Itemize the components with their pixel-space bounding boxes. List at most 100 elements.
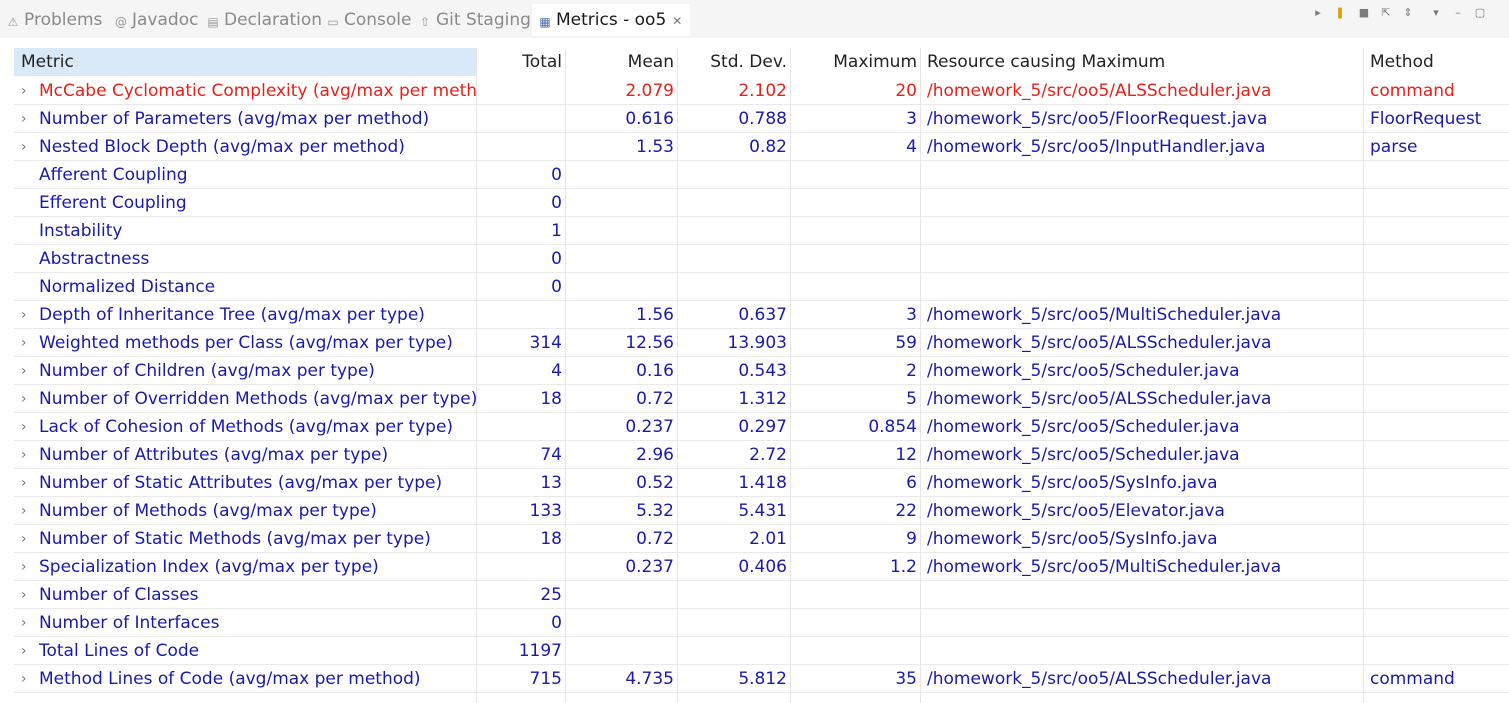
max-cell: 20: [895, 81, 917, 101]
method-cell: [1363, 525, 1509, 553]
method-cell: [1363, 273, 1509, 301]
tab-problems[interactable]: ⚠ Problems: [6, 6, 103, 34]
resource-cell: /homework_5/src/oo5/Scheduler.java: [927, 361, 1240, 381]
maximum-column-header[interactable]: Maximum: [790, 48, 917, 76]
max-cell: 6: [906, 473, 917, 493]
table-row[interactable]: Normalized Distance 0: [14, 273, 1509, 301]
table-row[interactable]: › Number of Children (avg/max per type) 4 0…: [14, 357, 1509, 385]
total-cell: 74: [540, 445, 562, 465]
maximize-icon[interactable]: ▢: [1473, 6, 1487, 20]
method-cell: [1363, 301, 1509, 329]
resource-cell: [920, 609, 1363, 637]
method-cell: [1363, 581, 1509, 609]
table-row[interactable]: › Number of Static Methods (avg/max per t…: [14, 525, 1509, 553]
total-cell: 0: [551, 249, 562, 269]
total-cell: [476, 413, 562, 441]
max-cell: 4: [906, 137, 917, 157]
metric-cell: Number of Overridden Methods (avg/max pe…: [39, 389, 476, 409]
method-column-header[interactable]: Method: [1363, 48, 1509, 76]
total-cell: 18: [540, 389, 562, 409]
std-cell: 0.406: [738, 557, 787, 577]
mean-cell: [565, 637, 674, 665]
max-cell: [790, 609, 917, 637]
declaration-icon: ▤: [207, 15, 219, 29]
mean-cell: 1.56: [636, 305, 674, 325]
resource-cell: /homework_5/src/oo5/ALSScheduler.java: [927, 389, 1272, 409]
metric-cell: Normalized Distance: [39, 277, 216, 297]
metric-cell: Depth of Inheritance Tree (avg/max per t…: [39, 305, 425, 325]
table-row[interactable]: › Depth of Inheritance Tree (avg/max per …: [14, 301, 1509, 329]
tab-metrics-oo5[interactable]: ▦ Metrics - oo5 ✕: [532, 4, 691, 36]
method-cell: [1363, 413, 1509, 441]
mean-cell: [565, 609, 674, 637]
metric-cell: Number of Children (avg/max per type): [39, 361, 375, 381]
table-row[interactable]: › Number of Attributes (avg/max per type)…: [14, 441, 1509, 469]
metric-column-header[interactable]: Metric: [14, 48, 476, 76]
table-row[interactable]: › Total Lines of Code 1197: [14, 637, 1509, 665]
table-row[interactable]: › Number of Overridden Methods (avg/max p…: [14, 385, 1509, 413]
table-row[interactable]: › Lack of Cohesion of Methods (avg/max pe…: [14, 413, 1509, 441]
tab-console[interactable]: ▭ Console: [326, 6, 411, 34]
max-cell: 5: [906, 389, 917, 409]
resource-cell: /homework_5/src/oo5/Scheduler.java: [927, 417, 1240, 437]
mean-cell: 0.16: [636, 361, 674, 381]
tab-git-staging[interactable]: ⇧ Git Staging: [418, 6, 531, 34]
pause-icon[interactable]: ❚: [1333, 6, 1347, 20]
resource-cell: /homework_5/src/oo5/ALSScheduler.java: [927, 81, 1272, 101]
mean-cell: [565, 161, 674, 189]
table-row[interactable]: › McCabe Cyclomatic Complexity (avg/max p…: [14, 77, 1509, 105]
table-row[interactable]: › Number of Classes 25: [14, 581, 1509, 609]
std-cell: [677, 273, 787, 301]
table-row[interactable]: › Specialization Index (avg/max per type)…: [14, 553, 1509, 581]
minimize-icon[interactable]: –: [1451, 6, 1465, 20]
max-cell: [790, 581, 917, 609]
view-tab-bar: ⚠ Problems @ Javadoc ▤ Declaration ▭ Console ⇧ Gi…: [0, 0, 1509, 38]
mean-cell: 1.53: [636, 137, 674, 157]
mean-cell: 2.96: [636, 445, 674, 465]
table-row[interactable]: › Nested Block Depth (avg/max per method)…: [14, 133, 1509, 161]
metric-cell: Number of Parameters (avg/max per method…: [39, 109, 430, 129]
table-row[interactable]: Efferent Coupling 0: [14, 189, 1509, 217]
resource-cell: /homework_5/src/oo5/ALSScheduler.java: [927, 669, 1272, 689]
stop-icon[interactable]: ■: [1357, 6, 1371, 20]
table-row[interactable]: › Weighted methods per Class (avg/max per…: [14, 329, 1509, 357]
mean-column-header[interactable]: Mean: [565, 48, 674, 76]
table-row[interactable]: Instability 1: [14, 217, 1509, 245]
view-menu-icon[interactable]: ▾: [1429, 6, 1443, 20]
table-row[interactable]: Afferent Coupling 0: [14, 161, 1509, 189]
table-row[interactable]: › Method Lines of Code (avg/max per metho…: [14, 665, 1509, 693]
metrics-icon: ▦: [539, 15, 551, 29]
std-cell: 5.431: [738, 501, 787, 521]
metric-cell: Number of Static Attributes (avg/max per…: [39, 473, 443, 493]
problems-icon: ⚠: [7, 15, 19, 29]
std-cell: 1.418: [738, 473, 787, 493]
table-row[interactable]: › Number of Parameters (avg/max per metho…: [14, 105, 1509, 133]
total-cell: 0: [551, 613, 562, 633]
table-row[interactable]: › Number of Methods (avg/max per type) 133…: [14, 497, 1509, 525]
total-column-header[interactable]: Total: [476, 48, 562, 76]
method-cell: FloorRequest: [1370, 109, 1482, 129]
total-cell: 133: [529, 501, 562, 521]
tab-declaration[interactable]: ▤ Declaration: [206, 6, 322, 34]
std-cell: 0.543: [738, 361, 787, 381]
max-cell: 3: [906, 305, 917, 325]
run-icon[interactable]: ▸: [1311, 6, 1325, 20]
std-dev-column-header[interactable]: Std. Dev.: [677, 48, 787, 76]
resource-column-header[interactable]: Resource causing Maximum: [920, 48, 1363, 76]
metric-cell: Efferent Coupling: [39, 193, 187, 213]
resource-cell: [920, 273, 1363, 301]
total-cell: [476, 105, 562, 133]
resource-cell: /homework_5/src/oo5/MultiScheduler.java: [927, 557, 1282, 577]
close-tab-icon[interactable]: ✕: [672, 14, 682, 28]
total-cell: [476, 553, 562, 581]
layout-icon[interactable]: ⇕: [1401, 6, 1415, 20]
method-cell: [1363, 553, 1509, 581]
std-cell: 2.01: [749, 529, 787, 549]
export-icon[interactable]: ⇱: [1379, 6, 1393, 20]
metric-cell: Afferent Coupling: [39, 165, 188, 185]
resource-cell: /homework_5/src/oo5/SysInfo.java: [927, 473, 1218, 493]
table-row[interactable]: Abstractness 0: [14, 245, 1509, 273]
table-row[interactable]: › Number of Interfaces 0: [14, 609, 1509, 637]
table-row[interactable]: › Number of Static Attributes (avg/max pe…: [14, 469, 1509, 497]
tab-javadoc[interactable]: @ Javadoc: [114, 6, 198, 34]
